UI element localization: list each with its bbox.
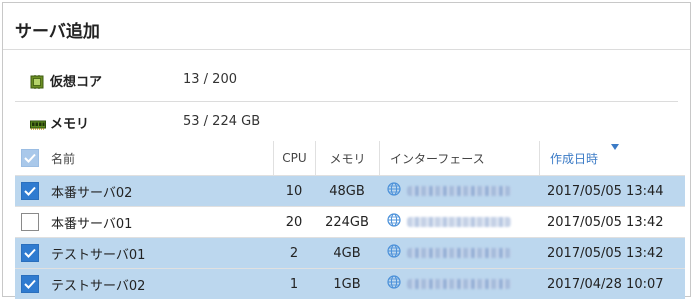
column-header-name[interactable]: 名前: [51, 141, 271, 175]
chip-icon: [30, 74, 44, 93]
add-server-panel: サーバ追加 仮想コア 13 / 200 メモリ 53 / 224 GB 名前 C…: [2, 2, 691, 299]
globe-icon: [387, 275, 401, 293]
vcore-value: 13 / 200: [183, 72, 237, 87]
column-header-memory[interactable]: メモリ: [315, 141, 379, 175]
ip-address-redacted: [407, 279, 511, 289]
vcore-label: 仮想コア: [50, 75, 103, 90]
row-checkbox[interactable]: [21, 182, 39, 200]
server-memory: 224GB: [325, 214, 369, 230]
checkmark-icon: [24, 248, 36, 258]
globe-icon: [387, 213, 401, 231]
row-checkbox[interactable]: [21, 213, 39, 231]
memory-value: 53 / 224 GB: [183, 114, 261, 129]
memory-label: メモリ: [50, 117, 90, 132]
checkmark-icon: [24, 186, 36, 196]
table-row[interactable]: 本番サーバ01 20 224GB 2017/05/05 13:42: [15, 206, 685, 237]
memory-module-icon: [30, 116, 46, 135]
server-created: 2017/05/05 13:44: [547, 183, 664, 199]
summary-memory: メモリ 53 / 224 GB: [3, 108, 690, 136]
server-memory: 1GB: [333, 276, 361, 292]
ip-address-redacted: [407, 186, 511, 196]
server-interface: [387, 213, 511, 231]
server-interface: [387, 182, 511, 200]
ip-address-redacted: [407, 248, 511, 258]
server-interface: [387, 244, 511, 262]
sort-descending-icon[interactable]: [611, 144, 619, 150]
table-row[interactable]: テストサーバ02 1 1GB 2017/04/28 10:07: [15, 268, 685, 299]
row-checkbox[interactable]: [21, 244, 39, 262]
server-name: 本番サーバ01: [51, 216, 133, 232]
row-checkbox[interactable]: [21, 275, 39, 293]
globe-icon: [387, 244, 401, 262]
server-cpu: 10: [285, 183, 303, 199]
server-cpu: 20: [285, 214, 303, 230]
server-table: 名前 CPU メモリ インターフェース 作成日時 本番サーバ02 10 48GB…: [15, 141, 685, 299]
server-created: 2017/05/05 13:42: [547, 245, 664, 261]
server-name: テストサーバ01: [51, 247, 146, 263]
server-interface: [387, 275, 511, 293]
summary-divider: [15, 101, 678, 102]
select-all-checkbox[interactable]: [21, 149, 39, 167]
summary-vcore: 仮想コア 13 / 200: [3, 66, 690, 94]
column-header-interface[interactable]: インターフェース: [379, 141, 539, 175]
server-created: 2017/05/05 13:42: [547, 214, 664, 230]
server-cpu: 2: [289, 245, 299, 261]
server-name: テストサーバ02: [51, 278, 146, 294]
table-header: 名前 CPU メモリ インターフェース 作成日時: [15, 141, 685, 175]
panel-title: サーバ追加: [15, 22, 100, 42]
column-header-cpu[interactable]: CPU: [273, 141, 315, 175]
checkmark-icon: [24, 279, 36, 289]
server-memory: 4GB: [333, 245, 361, 261]
checkmark-icon: [24, 153, 36, 163]
globe-icon: [387, 182, 401, 200]
table-row[interactable]: テストサーバ01 2 4GB 2017/05/05 13:42: [15, 237, 685, 268]
server-memory: 48GB: [329, 183, 365, 199]
server-created: 2017/04/28 10:07: [547, 276, 664, 292]
table-row[interactable]: 本番サーバ02 10 48GB 2017/05/05 13:44: [15, 175, 685, 206]
ip-address-redacted: [407, 217, 511, 227]
server-name: 本番サーバ02: [51, 185, 133, 201]
title-divider: [3, 49, 690, 50]
server-cpu: 1: [289, 276, 299, 292]
